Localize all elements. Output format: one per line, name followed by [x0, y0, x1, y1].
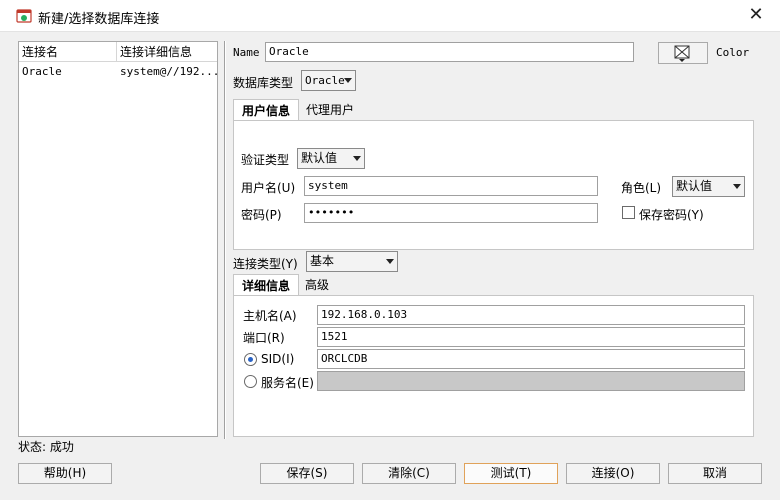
- auth-type-select[interactable]: 默认值: [297, 148, 365, 169]
- connect-button[interactable]: 连接(O): [566, 463, 660, 484]
- name-label: Name: [233, 46, 260, 59]
- chevron-down-icon: [344, 78, 352, 83]
- test-button[interactable]: 测试(T): [464, 463, 558, 484]
- service-name-label: 服务名(E): [261, 376, 314, 390]
- connection-list[interactable]: 连接名 连接详细信息 Oracle system@//192....: [18, 41, 218, 437]
- chevron-down-icon: [386, 259, 394, 264]
- role-value: 默认值: [676, 179, 713, 193]
- tab-details[interactable]: 详细信息: [233, 274, 299, 296]
- username-label: 用户名(U): [241, 181, 296, 195]
- app-icon: [16, 9, 32, 23]
- password-input[interactable]: •••••••: [304, 203, 598, 223]
- row-connection-name: Oracle: [22, 65, 62, 78]
- service-name-input: [317, 371, 745, 391]
- username-input[interactable]: system: [304, 176, 598, 196]
- auth-type-value: 默认值: [301, 151, 338, 165]
- status-text: 状态: 成功: [18, 440, 74, 454]
- host-label: 主机名(A): [243, 309, 297, 323]
- tab-user-info[interactable]: 用户信息: [233, 99, 299, 121]
- column-header-detail[interactable]: 连接详细信息: [117, 42, 217, 62]
- chevron-down-icon: [353, 156, 361, 161]
- splitter[interactable]: [224, 41, 226, 439]
- row-connection-detail: system@//192....: [120, 65, 217, 78]
- save-password-checkbox[interactable]: [622, 206, 635, 219]
- table-row[interactable]: Oracle system@//192....: [19, 63, 217, 81]
- dbtype-select[interactable]: Oracle: [301, 70, 356, 91]
- help-button[interactable]: 帮助(H): [18, 463, 112, 484]
- window-title: 新建/选择数据库连接: [38, 12, 160, 27]
- dbtype-label: 数据库类型: [233, 76, 294, 90]
- role-select[interactable]: 默认值: [672, 176, 745, 197]
- tab-advanced[interactable]: 高级: [299, 274, 335, 296]
- title-bar: 新建/选择数据库连接 ✕: [0, 0, 780, 32]
- list-header: 连接名 连接详细信息: [19, 42, 217, 62]
- dbtype-value: Oracle: [305, 74, 345, 87]
- clear-button[interactable]: 清除(C): [362, 463, 456, 484]
- port-label: 端口(R): [243, 331, 285, 345]
- sid-input[interactable]: ORCLCDB: [317, 349, 745, 369]
- save-button[interactable]: 保存(S): [260, 463, 354, 484]
- role-label: 角色(L): [621, 181, 662, 195]
- tab-proxy-user[interactable]: 代理用户: [301, 99, 359, 121]
- name-input[interactable]: Oracle: [265, 42, 634, 62]
- service-name-radio[interactable]: [244, 375, 257, 388]
- save-password-label: 保存密码(Y): [639, 208, 704, 222]
- sid-label: SID(I): [261, 352, 295, 366]
- password-label: 密码(P): [241, 208, 282, 222]
- conn-type-label: 连接类型(Y): [233, 257, 298, 271]
- chevron-down-icon: [733, 184, 741, 189]
- column-header-name[interactable]: 连接名: [19, 42, 117, 62]
- close-icon[interactable]: ✕: [742, 2, 770, 28]
- cancel-button[interactable]: 取消: [668, 463, 762, 484]
- auth-type-label: 验证类型: [241, 153, 290, 167]
- color-swatch-icon: [674, 45, 690, 62]
- color-label: Color: [716, 46, 750, 59]
- sid-radio[interactable]: [244, 353, 257, 366]
- host-input[interactable]: 192.168.0.103: [317, 305, 745, 325]
- port-input[interactable]: 1521: [317, 327, 745, 347]
- conn-type-value: 基本: [310, 254, 335, 268]
- color-picker-button[interactable]: [658, 42, 708, 64]
- conn-type-select[interactable]: 基本: [306, 251, 398, 272]
